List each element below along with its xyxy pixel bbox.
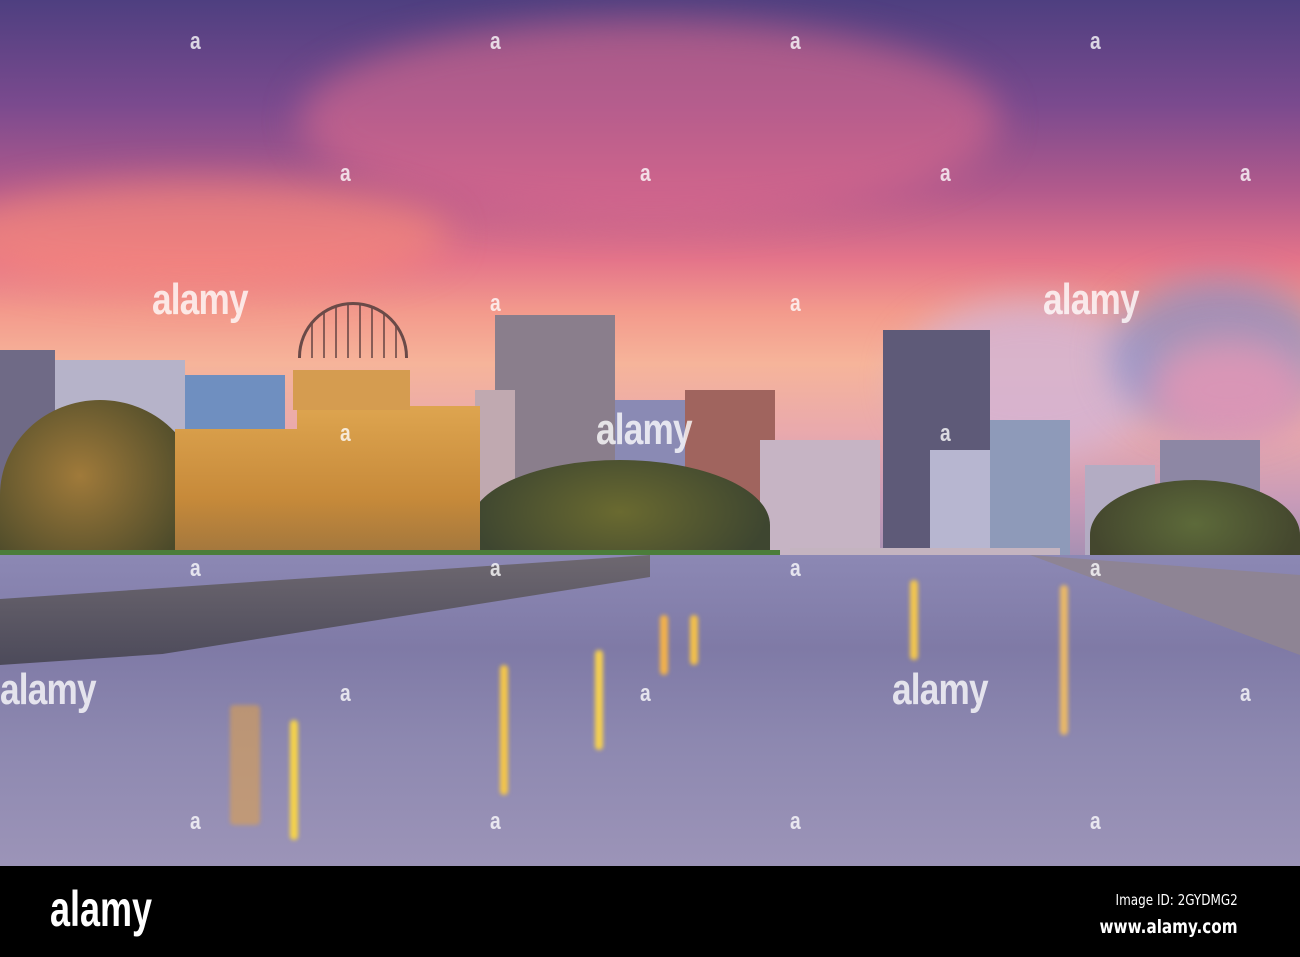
watermark-mark: a bbox=[640, 160, 651, 187]
dome-frame bbox=[298, 302, 408, 358]
cloud bbox=[0, 180, 450, 290]
watermark-mark: a bbox=[190, 28, 201, 55]
watermark: alamy bbox=[152, 275, 249, 324]
watermark-mark: a bbox=[340, 680, 351, 707]
watermark-mark: a bbox=[940, 420, 951, 447]
light-reflection bbox=[500, 665, 508, 795]
watermark-mark: a bbox=[790, 28, 801, 55]
watermark-mark: a bbox=[640, 680, 651, 707]
riverbank-wall-right bbox=[1030, 555, 1300, 655]
stock-photo: alamy alamy alamy alamy alamy a a a a a a a a a a… bbox=[0, 0, 1300, 866]
watermark-mark: a bbox=[1240, 160, 1251, 187]
watermark-mark: a bbox=[190, 808, 201, 835]
watermark-mark: a bbox=[940, 160, 951, 187]
watermark-mark: a bbox=[340, 160, 351, 187]
watermark-mark: a bbox=[790, 555, 801, 582]
light-reflection bbox=[595, 650, 603, 750]
light-reflection bbox=[690, 615, 698, 665]
watermark-mark: a bbox=[1090, 808, 1101, 835]
light-reflection bbox=[230, 705, 260, 825]
watermark-mark: a bbox=[790, 290, 801, 317]
website-link: www.alamy.com bbox=[1099, 916, 1238, 938]
cloud bbox=[300, 20, 1000, 220]
light-reflection bbox=[660, 615, 668, 675]
watermark-mark: a bbox=[490, 808, 501, 835]
watermark: alamy bbox=[596, 405, 693, 454]
watermark-mark: a bbox=[490, 28, 501, 55]
watermark-mark: a bbox=[1090, 28, 1101, 55]
watermark: alamy bbox=[892, 665, 989, 714]
watermark-mark: a bbox=[790, 808, 801, 835]
image-id: Image ID: 2GYDMG2 bbox=[1115, 891, 1238, 909]
light-reflection bbox=[1060, 585, 1068, 735]
watermark-mark: a bbox=[190, 555, 201, 582]
watermark-mark: a bbox=[1240, 680, 1251, 707]
riverbank-wall bbox=[0, 555, 650, 665]
watermark-mark: a bbox=[490, 290, 501, 317]
watermark-mark: a bbox=[340, 420, 351, 447]
dome-tower bbox=[293, 370, 410, 410]
watermark-mark: a bbox=[490, 555, 501, 582]
footer-bar: alamy Image ID: 2GYDMG2 www.alamy.com bbox=[0, 866, 1300, 957]
alamy-logo: alamy bbox=[50, 881, 153, 937]
watermark: alamy bbox=[0, 665, 97, 714]
light-reflection bbox=[290, 720, 298, 840]
watermark-mark: a bbox=[1090, 555, 1101, 582]
watermark: alamy bbox=[1043, 275, 1140, 324]
light-reflection bbox=[910, 580, 918, 660]
